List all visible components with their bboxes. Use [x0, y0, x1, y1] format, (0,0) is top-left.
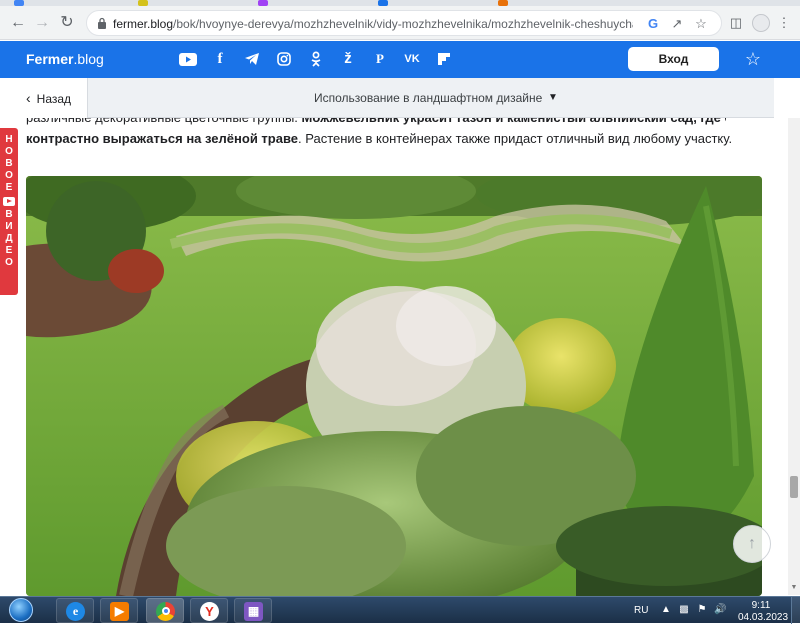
floppy-disk-icon: ▦	[244, 602, 263, 621]
clock-time: 9:11	[751, 600, 771, 611]
telegram-icon[interactable]	[242, 49, 262, 69]
zen-icon[interactable]: ž	[338, 49, 358, 69]
side-panel-icon[interactable]: ◫	[727, 14, 745, 32]
page-scrollbar[interactable]: ▼	[788, 118, 800, 595]
chrome-icon	[156, 602, 175, 621]
scroll-to-top-button[interactable]: ↑	[733, 525, 771, 563]
menu-dots-icon[interactable]: ⋮	[775, 14, 793, 32]
article-paragraph-line: контрастно выражаться на зелёной траве. …	[26, 131, 733, 146]
browser-toolbar: ← → ↻ fermer.blog/bok/hvoynye-derevya/mo…	[0, 6, 800, 40]
pinterest-icon[interactable]: P	[370, 49, 390, 69]
new-video-ribbon[interactable]: НОВОЕ ВИДЕО	[0, 128, 18, 295]
address-bar[interactable]: fermer.blog/bok/hvoynye-derevya/mozhzhev…	[86, 10, 722, 36]
internet-explorer-icon: e	[66, 602, 85, 621]
clock-date: 04.03.2023	[738, 612, 789, 623]
login-button[interactable]: Вход	[628, 47, 719, 71]
tray-monitor-icon[interactable]: ▩	[678, 604, 690, 616]
youtube-icon[interactable]	[178, 49, 198, 69]
ribbon-label-top: НОВОЕ	[5, 134, 13, 193]
windows-logo-icon	[9, 598, 33, 622]
bookmark-star-icon[interactable]: ☆	[693, 16, 709, 32]
section-navigation-bar: ‹ Назад Использование в ландшафтном дизай…	[14, 78, 774, 118]
language-indicator[interactable]: RU	[634, 597, 648, 624]
windows-taskbar: e ▶ Y ▦ RU ▲ ▩ ⚑ 🔊 9:11 04.03.2023	[0, 596, 800, 624]
odnoklassniki-icon[interactable]	[306, 49, 326, 69]
garden-juniper-photo	[26, 176, 762, 596]
back-arrow-icon[interactable]: ←	[8, 13, 28, 33]
scroll-down-arrow-icon[interactable]: ▼	[790, 584, 798, 592]
forward-arrow-icon[interactable]: →	[32, 13, 52, 33]
tray-expand-icon[interactable]: ▲	[660, 604, 672, 616]
taskbar-media-player[interactable]: ▶	[100, 598, 138, 623]
site-header: Fermer.blog f ž P VK Вход ☆	[0, 41, 800, 78]
yandex-icon: Y	[200, 602, 219, 621]
ribbon-label-bottom: ВИДЕО	[5, 209, 13, 268]
media-player-icon: ▶	[110, 602, 129, 621]
taskbar-file-manager[interactable]: ▦	[234, 598, 272, 623]
google-translate-icon[interactable]: G	[645, 16, 661, 32]
section-title-dropdown[interactable]: Использование в ландшафтном дизайне	[314, 78, 542, 118]
chevron-left-icon: ‹	[26, 90, 31, 106]
scrollbar-thumb[interactable]	[790, 476, 798, 498]
play-icon	[3, 197, 15, 206]
taskbar-chrome[interactable]	[146, 598, 184, 623]
tray-volume-icon[interactable]: 🔊	[714, 604, 726, 616]
back-button[interactable]: ‹ Назад	[14, 78, 88, 118]
instagram-icon[interactable]	[274, 49, 294, 69]
taskbar-internet-explorer[interactable]: e	[56, 598, 94, 623]
caret-down-icon[interactable]: ▼	[548, 78, 558, 118]
show-desktop-button[interactable]	[791, 597, 800, 624]
taskbar-yandex-browser[interactable]: Y	[190, 598, 228, 623]
lock-icon	[98, 17, 106, 29]
reload-icon[interactable]: ↻	[57, 13, 77, 33]
start-button[interactable]	[3, 598, 39, 623]
url-text[interactable]: fermer.blog/bok/hvoynye-derevya/mozhzhev…	[113, 11, 633, 37]
profile-avatar-icon[interactable]	[752, 14, 770, 32]
tray-flag-icon[interactable]: ⚑	[696, 604, 708, 616]
taskbar-clock[interactable]: 9:11 04.03.2023	[738, 598, 789, 624]
vk-icon[interactable]: VK	[402, 49, 422, 69]
facebook-icon[interactable]: f	[210, 49, 230, 69]
share-icon[interactable]: ↗	[669, 16, 685, 32]
site-logo[interactable]: Fermer.blog	[26, 41, 104, 78]
flipboard-icon[interactable]	[434, 49, 454, 69]
favorites-star-icon[interactable]: ☆	[742, 48, 764, 70]
